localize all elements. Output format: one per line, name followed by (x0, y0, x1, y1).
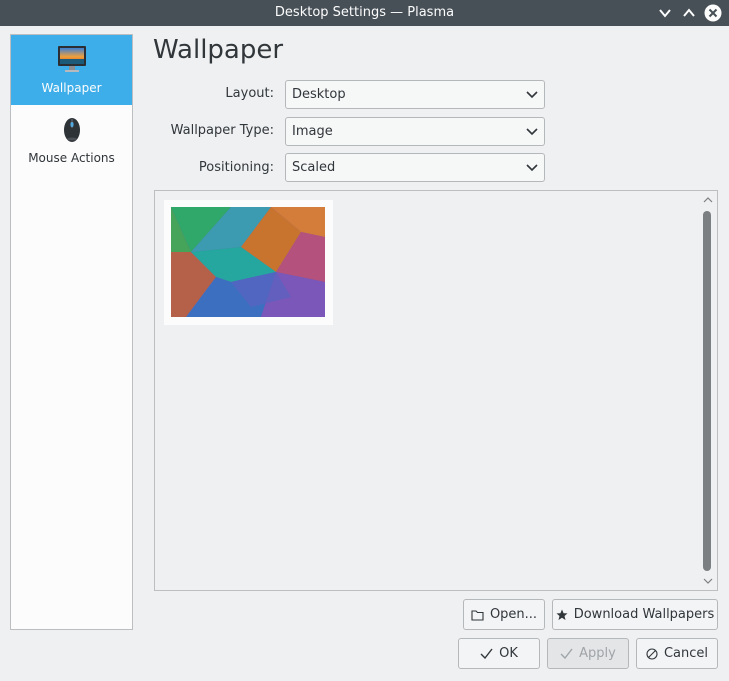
cancel-icon (646, 647, 658, 660)
chevron-up-icon (683, 8, 695, 17)
wallpaper-preview-image (171, 207, 325, 317)
wallpaper-type-value: Image (292, 124, 333, 139)
monitor-wallpaper-icon (58, 46, 86, 72)
scroll-up-icon[interactable] (701, 195, 715, 205)
open-button[interactable]: Open... (463, 599, 545, 630)
positioning-label: Positioning: (198, 160, 274, 175)
sidebar-item-label: Wallpaper (41, 81, 102, 95)
close-icon (704, 4, 722, 22)
close-button[interactable] (704, 4, 722, 22)
sidebar-item-label: Mouse Actions (28, 151, 115, 165)
ok-button-label: OK (499, 646, 518, 661)
layout-value: Desktop (292, 87, 346, 102)
chevron-down-icon (526, 128, 538, 136)
maximize-button[interactable] (680, 4, 698, 22)
positioning-select[interactable]: Scaled (285, 153, 545, 182)
scrollbar-handle[interactable] (703, 211, 711, 571)
cancel-button[interactable]: Cancel (636, 638, 718, 669)
chevron-down-icon (526, 91, 538, 99)
sidebar-item-mouse-actions[interactable]: Mouse Actions (11, 105, 132, 175)
folder-icon (471, 609, 484, 621)
ok-button[interactable]: OK (458, 638, 540, 669)
download-wallpapers-button[interactable]: Download Wallpapers (552, 599, 718, 630)
star-icon (556, 609, 568, 620)
chevron-down-icon (659, 9, 671, 18)
checkmark-icon (480, 648, 493, 659)
open-button-label: Open... (489, 607, 538, 622)
cancel-button-label: Cancel (663, 646, 709, 661)
wallpaper-gallery[interactable] (154, 190, 718, 591)
wallpaper-thumbnail[interactable] (164, 200, 333, 325)
scroll-down-icon[interactable] (701, 576, 715, 586)
apply-button[interactable]: Apply (547, 638, 629, 669)
layout-label: Layout: (225, 86, 274, 101)
page-title: Wallpaper (153, 35, 284, 65)
wallpaper-type-select[interactable]: Image (285, 117, 545, 146)
download-wallpapers-label: Download Wallpapers (573, 607, 715, 622)
title-bar[interactable]: Desktop Settings — Plasma (0, 0, 729, 26)
chevron-down-icon (526, 164, 538, 172)
positioning-value: Scaled (292, 160, 336, 175)
layout-select[interactable]: Desktop (285, 80, 545, 109)
sidebar-item-wallpaper[interactable]: Wallpaper (11, 35, 132, 105)
sidebar: Wallpaper Mouse Actions (10, 34, 133, 630)
mouse-icon (64, 118, 80, 142)
wallpaper-type-label: Wallpaper Type: (170, 123, 274, 138)
apply-button-label: Apply (579, 646, 616, 661)
window-title: Desktop Settings — Plasma (274, 5, 455, 20)
minimize-button[interactable] (656, 4, 674, 22)
checkmark-icon (560, 648, 573, 659)
